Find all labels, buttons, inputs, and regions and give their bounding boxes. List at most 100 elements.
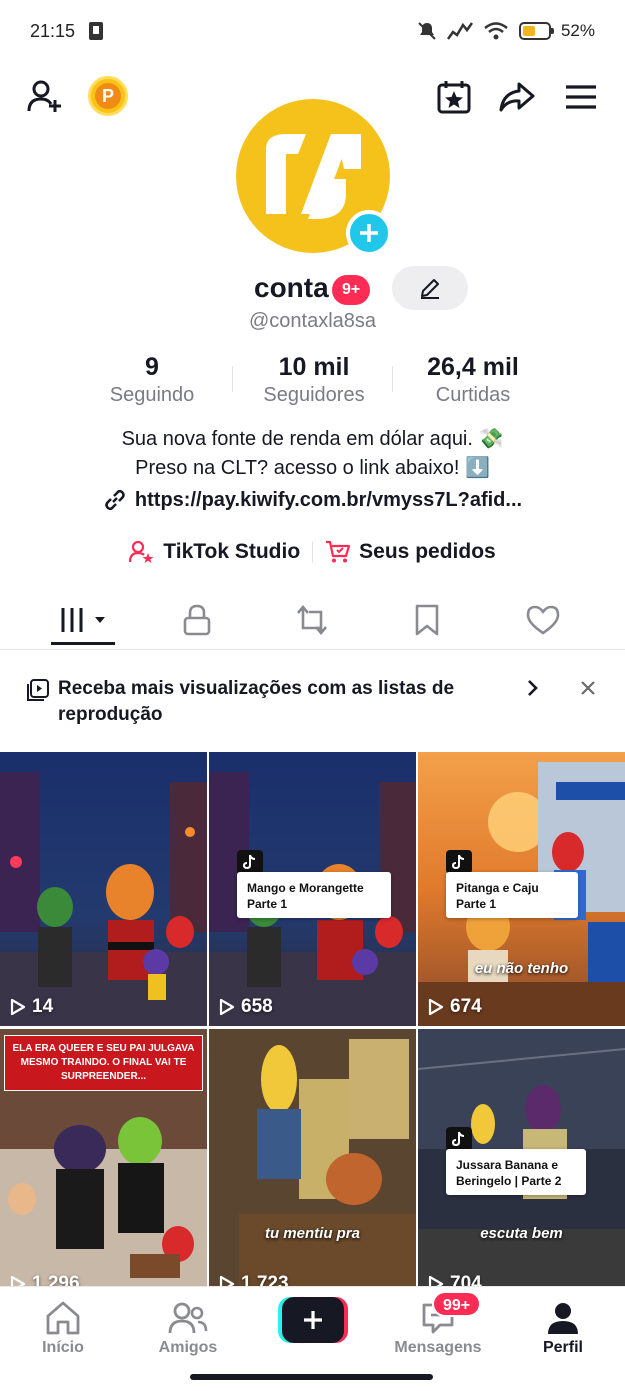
orders-label: Seus pedidos bbox=[359, 540, 496, 563]
view-count-text: 658 bbox=[241, 996, 273, 1017]
tab-underline bbox=[51, 642, 115, 645]
heart-icon bbox=[526, 605, 560, 635]
thumbnail-art bbox=[209, 1029, 416, 1292]
tiktok-icon bbox=[446, 850, 472, 874]
video-title-banner: ELA ERA QUEER E SEU PAI JULGAVA MESMO TR… bbox=[4, 1035, 203, 1091]
playlist-banner[interactable]: Receba mais visualizações com as listas … bbox=[0, 668, 625, 738]
wifi-icon bbox=[484, 22, 508, 40]
stat-followers[interactable]: 10 mil Seguidores bbox=[234, 352, 394, 407]
status-bar: 21:15 52% bbox=[0, 0, 625, 62]
link-icon bbox=[105, 489, 125, 511]
video-thumbnail[interactable]: 14 bbox=[0, 752, 207, 1026]
edit-profile-button[interactable] bbox=[392, 266, 468, 310]
tiktok-icon bbox=[446, 1127, 472, 1151]
stats-row: 9 Seguindo 10 mil Seguidores 26,4 mil Cu… bbox=[0, 352, 625, 412]
video-caption: escuta bem bbox=[480, 1225, 563, 1242]
view-count-text: 674 bbox=[450, 996, 482, 1017]
calendar-star-icon[interactable] bbox=[433, 76, 475, 118]
close-icon[interactable] bbox=[576, 676, 600, 705]
video-thumbnail[interactable]: tu mentiu pra 1.723 bbox=[209, 1029, 416, 1292]
tiktok-studio-link[interactable]: TikTok Studio bbox=[117, 540, 312, 564]
stat-label: Seguindo bbox=[109, 384, 195, 406]
bookmark-icon bbox=[415, 604, 439, 636]
stat-divider bbox=[232, 366, 233, 392]
coin-icon[interactable]: P bbox=[88, 76, 128, 116]
bio-link[interactable]: https://pay.kiwify.com.br/vmyss7L?afid..… bbox=[0, 488, 625, 512]
battery-icon bbox=[518, 22, 554, 40]
video-thumbnail[interactable]: Mango e Morangette Parte 1 658 bbox=[209, 752, 416, 1026]
nav-profile[interactable]: Perfil bbox=[513, 1297, 613, 1357]
share-icon[interactable] bbox=[496, 76, 538, 118]
play-icon bbox=[10, 998, 26, 1016]
view-count: 14 bbox=[10, 996, 53, 1018]
bio-line: Preso na CLT? acesso o link abaixo! ⬇️ bbox=[135, 457, 490, 479]
stat-likes[interactable]: 26,4 mil Curtidas bbox=[393, 352, 553, 407]
signal-icon bbox=[446, 22, 473, 40]
playlist-card: Jussara Banana e Beringelo | Parte 2 bbox=[446, 1149, 586, 1195]
plus-icon bbox=[282, 1297, 344, 1343]
video-caption: eu não tenho bbox=[474, 960, 569, 977]
playlist-card: Pitanga e Caju Parte 1 bbox=[446, 872, 578, 918]
tab-private[interactable] bbox=[165, 596, 229, 644]
stat-value: 26,4 mil bbox=[427, 353, 519, 381]
username-badge[interactable]: 9+ bbox=[332, 275, 371, 305]
tiktok-icon bbox=[237, 850, 263, 874]
orders-link[interactable]: Seus pedidos bbox=[313, 540, 508, 564]
coin-letter: P bbox=[95, 83, 121, 109]
stat-label: Seguidores bbox=[263, 384, 365, 406]
battery-fill bbox=[522, 26, 536, 36]
playlist-card: Mango e Morangette Parte 1 bbox=[237, 872, 391, 918]
home-indicator bbox=[190, 1374, 433, 1380]
quick-links: TikTok Studio Seus pedidos bbox=[0, 534, 625, 570]
view-count: 674 bbox=[428, 996, 482, 1018]
pencil-icon bbox=[421, 279, 439, 299]
repost-icon bbox=[297, 604, 327, 636]
create-button[interactable] bbox=[278, 1297, 348, 1343]
add-avatar-button[interactable] bbox=[346, 210, 392, 256]
profile-handle: @contaxla8sa bbox=[248, 310, 377, 332]
nav-home[interactable]: Início bbox=[13, 1297, 113, 1357]
name-row: conta 9+ bbox=[0, 266, 625, 312]
stat-value: 10 mil bbox=[278, 353, 350, 381]
status-time: 21:15 bbox=[30, 20, 76, 41]
view-count-text: 14 bbox=[32, 996, 54, 1017]
view-count: 658 bbox=[219, 996, 273, 1018]
nav-friends[interactable]: Amigos bbox=[138, 1297, 238, 1357]
profile-tabs bbox=[0, 590, 625, 650]
sim-icon bbox=[89, 22, 104, 40]
chevron-right-icon[interactable] bbox=[520, 676, 544, 705]
profile-icon bbox=[513, 1297, 613, 1339]
video-grid: 14 Mango e Morangette Parte 1 658 Pitang… bbox=[0, 752, 625, 1292]
play-icon bbox=[219, 998, 235, 1016]
tab-liked[interactable] bbox=[511, 596, 575, 644]
nav-home-label: Início bbox=[42, 1339, 84, 1356]
bio-link-text: https://pay.kiwify.com.br/vmyss7L?afid..… bbox=[134, 488, 523, 511]
stat-value: 9 bbox=[145, 353, 159, 381]
tab-favorites[interactable] bbox=[395, 596, 459, 644]
tab-videos[interactable] bbox=[51, 596, 115, 645]
video-thumbnail[interactable]: Jussara Banana e Beringelo | Parte 2 esc… bbox=[418, 1029, 625, 1292]
videos-grid-icon bbox=[61, 608, 105, 632]
tab-reposts[interactable] bbox=[280, 596, 344, 644]
playlist-icon bbox=[26, 678, 50, 707]
mute-icon bbox=[418, 22, 436, 40]
bio-line: Sua nova fonte de renda em dólar aqui. 💸 bbox=[121, 428, 504, 450]
menu-icon[interactable] bbox=[560, 76, 602, 118]
playlist-banner-text: Receba mais visualizações com as listas … bbox=[58, 678, 455, 725]
cart-icon bbox=[326, 540, 351, 563]
username: conta bbox=[254, 272, 329, 303]
nav-friends-label: Amigos bbox=[158, 1339, 218, 1356]
thumbnail-art bbox=[0, 752, 207, 1026]
inbox-badge: 99+ bbox=[432, 1291, 482, 1317]
studio-icon bbox=[129, 540, 154, 563]
nav-profile-label: Perfil bbox=[542, 1339, 583, 1356]
stat-following[interactable]: 9 Seguindo bbox=[72, 352, 232, 407]
lock-icon bbox=[183, 604, 211, 636]
stat-label: Curtidas bbox=[435, 384, 511, 406]
video-thumbnail[interactable]: ELA ERA QUEER E SEU PAI JULGAVA MESMO TR… bbox=[0, 1029, 207, 1292]
video-thumbnail[interactable]: Pitanga e Caju Parte 1 eu não tenho 674 bbox=[418, 752, 625, 1026]
add-friend-icon[interactable] bbox=[24, 76, 66, 118]
friends-icon bbox=[138, 1297, 238, 1339]
nav-inbox-label: Mensagens bbox=[394, 1339, 482, 1356]
tiktok-studio-label: TikTok Studio bbox=[163, 540, 301, 563]
